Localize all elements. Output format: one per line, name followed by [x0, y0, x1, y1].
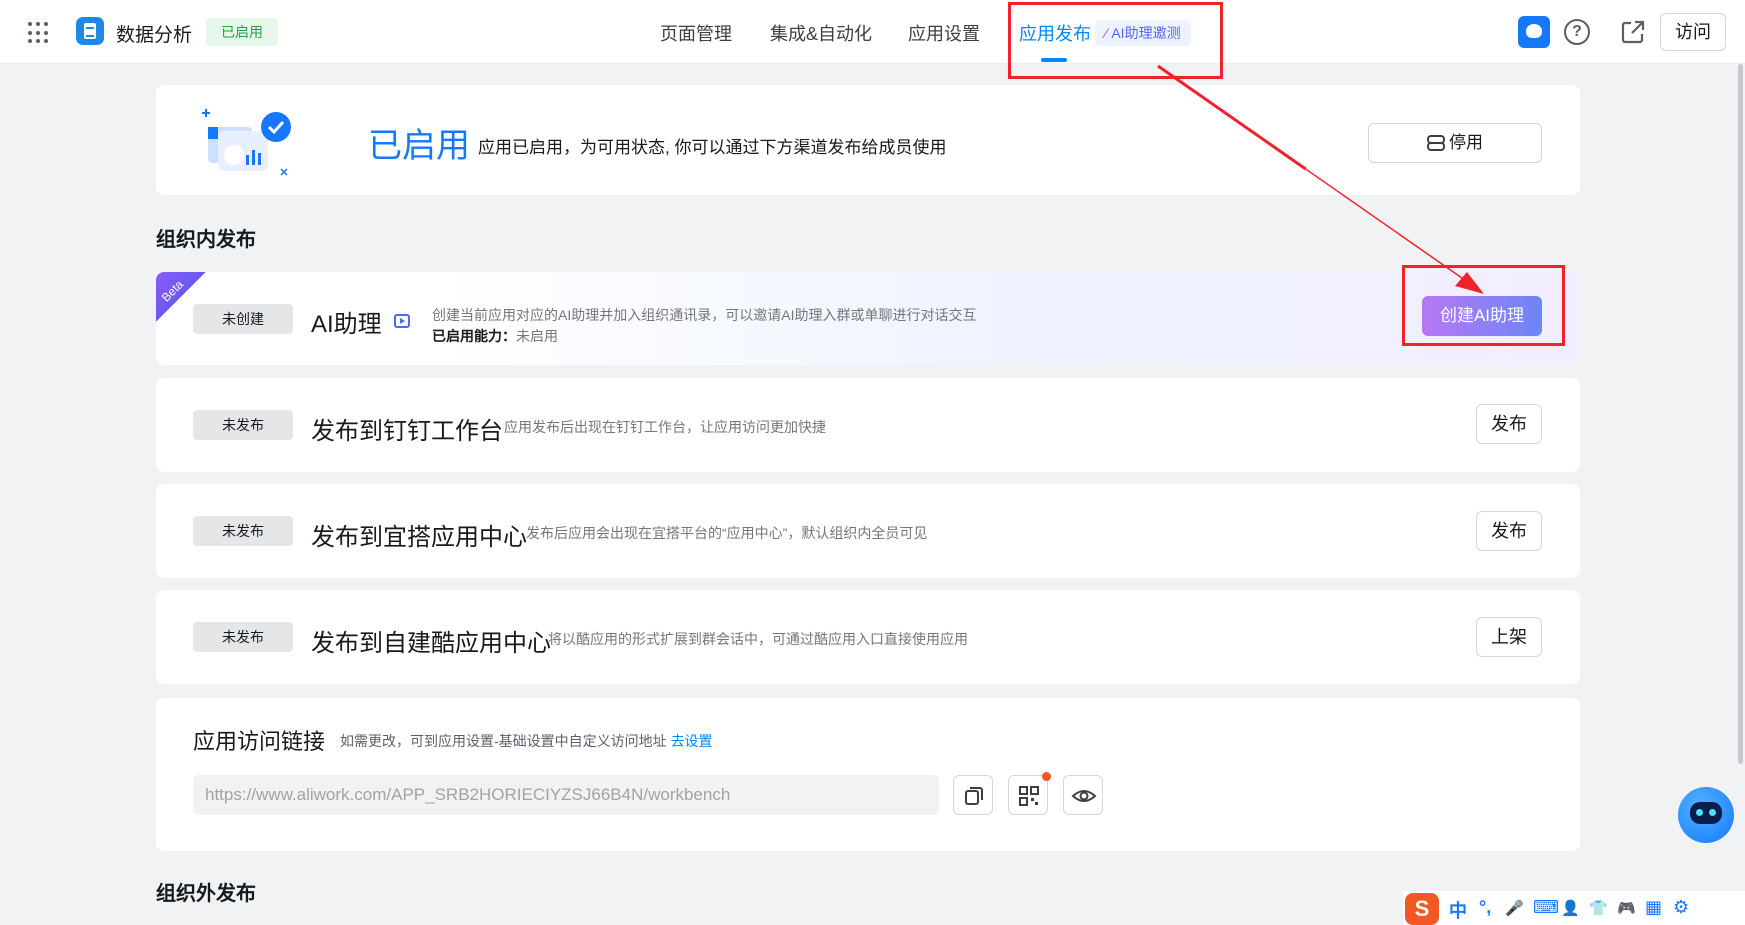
- ime-punctuation-toggle[interactable]: °,: [1479, 897, 1491, 918]
- ime-language-toggle[interactable]: 中: [1449, 897, 1467, 923]
- section-title-external: 组织外发布: [156, 883, 256, 905]
- skin-icon[interactable]: 👕: [1589, 899, 1608, 917]
- notification-dot: [1042, 772, 1051, 781]
- access-link-title: 应用访问链接: [193, 729, 326, 754]
- channel-status-badge: 未发布: [193, 410, 293, 440]
- bot-eye: [1696, 809, 1703, 816]
- go-to-settings-link[interactable]: 去设置: [671, 733, 713, 749]
- copy-icon: [965, 787, 983, 805]
- sogou-ime-logo[interactable]: S: [1405, 893, 1439, 925]
- floating-assistant-icon[interactable]: [1678, 787, 1734, 843]
- channel-card-yida-center: 未发布 发布到宜搭应用中心 发布后应用会出现在宜搭平台的“应用中心”，默认组织内…: [156, 484, 1580, 578]
- copy-link-button[interactable]: [953, 775, 993, 815]
- publish-yida-button[interactable]: 发布: [1476, 511, 1542, 551]
- publish-dingtalk-button[interactable]: 发布: [1476, 404, 1542, 444]
- app-access-link-card: 应用访问链接 如需更改，可到应用设置-基础设置中自定义访问地址 去设置 http…: [156, 698, 1580, 851]
- list-cool-app-button[interactable]: 上架: [1476, 617, 1542, 657]
- qr-code-button[interactable]: [1008, 772, 1051, 815]
- channel-description: 将以酷应用的形式扩展到群会话中，可通过酷应用入口直接使用应用: [548, 631, 968, 647]
- channel-description: 发布后应用会出现在宜搭平台的“应用中心”，默认组织内全员可见: [526, 525, 928, 541]
- channel-title: 发布到钉钉工作台: [311, 418, 503, 445]
- bot-face: [1690, 802, 1722, 824]
- preview-link-button[interactable]: [1063, 775, 1103, 815]
- settings-icon[interactable]: ⚙: [1673, 897, 1689, 918]
- game-icon[interactable]: 🎮: [1617, 899, 1636, 917]
- toolbox-icon[interactable]: ▦: [1645, 897, 1662, 918]
- qr-code-icon: [1019, 786, 1039, 806]
- eye-icon: [1071, 790, 1097, 802]
- channel-title: 发布到自建酷应用中心: [311, 630, 551, 657]
- channel-description: 应用发布后出现在钉钉工作台，让应用访问更加快捷: [504, 419, 826, 435]
- ime-toolbar: S 中 °, 🎤 ⌨ 👤 👕 🎮 ▦ ⚙: [1403, 891, 1745, 925]
- channel-card-cool-app-center: 未发布 发布到自建酷应用中心 将以酷应用的形式扩展到群会话中，可通过酷应用入口直…: [156, 590, 1580, 684]
- user-icon[interactable]: 👤: [1561, 899, 1580, 917]
- channel-status-badge: 未发布: [193, 622, 293, 652]
- channel-status-badge: 未发布: [193, 516, 293, 546]
- access-url-field[interactable]: https://www.aliwork.com/APP_SRB2HORIECIY…: [193, 775, 939, 815]
- channel-card-dingtalk-workbench: 未发布 发布到钉钉工作台 应用发布后出现在钉钉工作台，让应用访问更加快捷 发布: [156, 378, 1580, 472]
- access-link-hint-text: 如需更改，可到应用设置-基础设置中自定义访问地址: [340, 733, 667, 749]
- microphone-icon[interactable]: 🎤: [1505, 899, 1524, 917]
- keyboard-icon[interactable]: ⌨: [1533, 897, 1559, 918]
- channel-title: 发布到宜搭应用中心: [311, 524, 527, 551]
- access-link-hint: 如需更改，可到应用设置-基础设置中自定义访问地址 去设置: [340, 731, 713, 751]
- bot-eye: [1709, 809, 1716, 816]
